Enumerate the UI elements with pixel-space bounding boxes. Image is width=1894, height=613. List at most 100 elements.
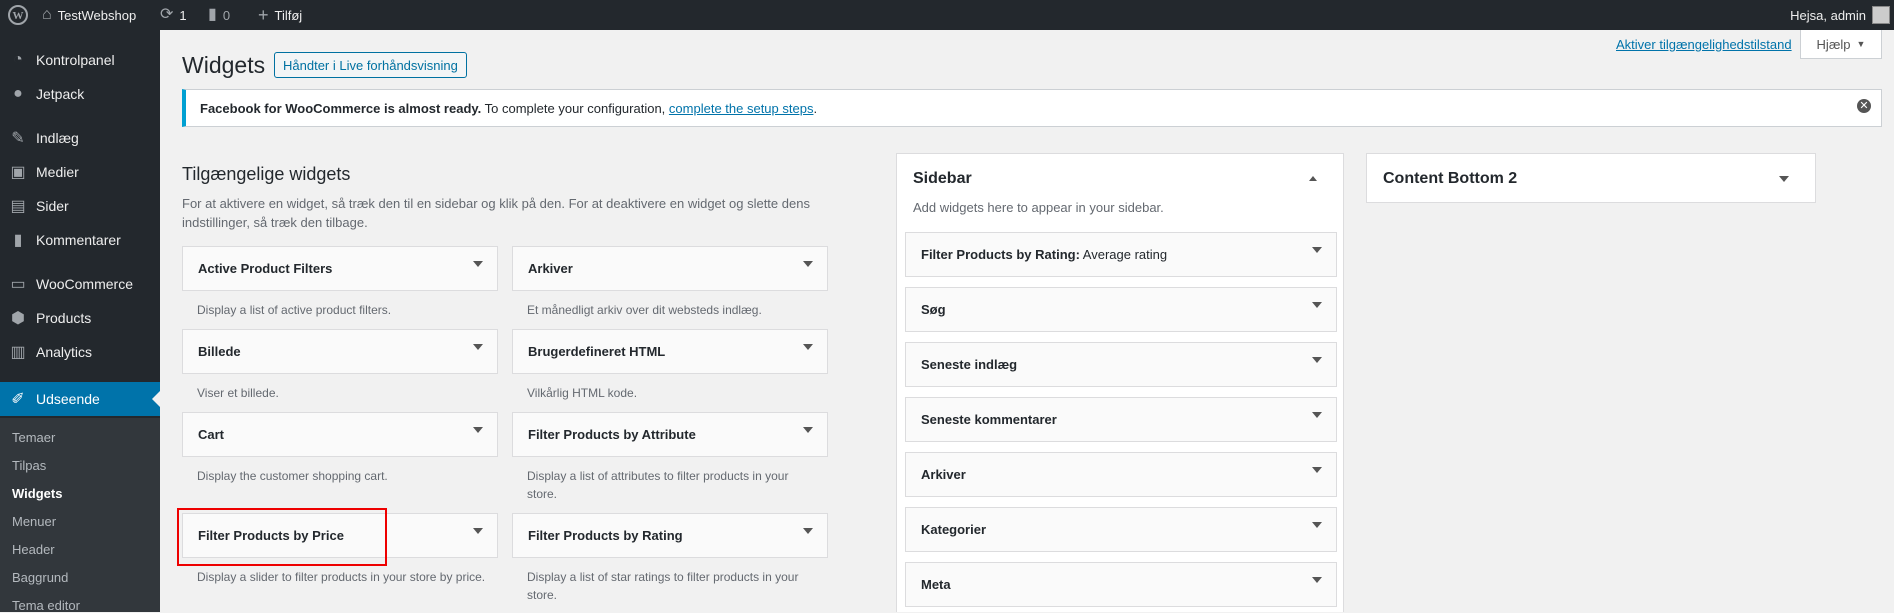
caret-down-icon[interactable] xyxy=(473,261,483,267)
widget-description: Display a list of attributes to filter p… xyxy=(527,469,789,501)
widget-filter-products-by-attribute[interactable]: Filter Products by Attribute xyxy=(512,412,828,457)
notice-bold-text: Facebook for WooCommerce is almost ready… xyxy=(200,100,482,116)
updates-count: 1 xyxy=(179,7,187,23)
menu-item-kommentarer[interactable]: ▮ Kommentarer xyxy=(0,223,160,257)
caret-down-icon[interactable] xyxy=(1779,176,1789,182)
live-preview-button[interactable]: Håndter i Live forhåndsvisning xyxy=(274,52,467,78)
highlight-box xyxy=(177,508,387,566)
submenu-item-menuer[interactable]: Menuer xyxy=(12,514,56,529)
caret-down-icon[interactable] xyxy=(1312,247,1322,253)
menu-label: WooCommerce xyxy=(36,276,133,292)
help-button[interactable]: Hjælp ▼ xyxy=(1800,30,1882,59)
sidebar-widget-meta[interactable]: Meta xyxy=(905,562,1337,607)
menu-item-analytics[interactable]: ▥ Analytics xyxy=(0,335,160,369)
menu-item-woocommerce[interactable]: ▭ WooCommerce xyxy=(0,267,160,301)
widget-title: Seneste kommentarer xyxy=(921,412,1057,427)
submenu-item-widgets[interactable]: Widgets xyxy=(12,486,62,501)
menu-item-products[interactable]: ⬢ Products xyxy=(0,301,160,335)
caret-up-icon[interactable] xyxy=(1309,176,1317,181)
sidebar-widget-seneste-kommentarer[interactable]: Seneste kommentarer xyxy=(905,397,1337,442)
menu-item-indlaeg[interactable]: ✎ Indlæg xyxy=(0,121,160,155)
menu-item-kontrolpanel[interactable]: ◔ Kontrolpanel xyxy=(0,43,160,77)
widget-title: Billede xyxy=(198,344,241,359)
updates-link[interactable]: ⟳ 1 xyxy=(160,0,187,30)
media-icon: ▣ xyxy=(10,164,26,181)
products-icon: ⬢ xyxy=(11,310,25,327)
caret-down-icon[interactable] xyxy=(803,261,813,267)
widget-description: Viser et billede. xyxy=(197,386,279,400)
widget-title: Filter Products by Rating xyxy=(528,528,683,543)
widget-description: Vilkårlig HTML kode. xyxy=(527,386,638,400)
content-bottom-2-widget-area[interactable]: Content Bottom 2 xyxy=(1366,153,1816,203)
accessibility-mode-link[interactable]: Aktiver tilgængelighedstilstand xyxy=(1616,37,1792,52)
menu-label: Sider xyxy=(36,198,69,214)
widget-title: Kategorier xyxy=(921,522,987,537)
caret-down-icon[interactable] xyxy=(1312,467,1322,473)
menu-item-sider[interactable]: ▤ Sider xyxy=(0,189,160,223)
caret-down-icon[interactable] xyxy=(1312,302,1322,308)
analytics-icon: ▥ xyxy=(10,344,26,361)
available-widgets-description: For at aktivere en widget, så træk den t… xyxy=(182,196,810,230)
submenu-item-header[interactable]: Header xyxy=(12,542,55,557)
site-name: TestWebshop xyxy=(57,7,137,23)
sidebar-widget-area: Sidebar Add widgets here to appear in yo… xyxy=(896,153,1344,612)
new-label: Tilføj xyxy=(274,7,303,23)
sidebar-widget-arkiver[interactable]: Arkiver xyxy=(905,452,1337,497)
sidebar-widget-seneste-indlaeg[interactable]: Seneste indlæg xyxy=(905,342,1337,387)
current-indicator xyxy=(152,391,160,407)
sidebar-widget-kategorier[interactable]: Kategorier xyxy=(905,507,1337,552)
menu-item-udseende[interactable]: ✐ Udseende xyxy=(0,382,160,416)
caret-down-icon[interactable] xyxy=(473,427,483,433)
caret-down-icon[interactable] xyxy=(473,344,483,350)
wordpress-logo-icon[interactable]: W xyxy=(8,0,28,30)
widget-active-product-filters[interactable]: Active Product Filters xyxy=(182,246,498,291)
appearance-icon: ✐ xyxy=(11,391,25,408)
site-name-link[interactable]: ⌂ TestWebshop xyxy=(42,0,136,30)
widget-filter-products-by-rating[interactable]: Filter Products by Rating xyxy=(512,513,828,558)
submenu-item-tema-editor[interactable]: Tema editor xyxy=(12,598,80,613)
menu-label: Jetpack xyxy=(36,86,85,102)
menu-label: Products xyxy=(36,310,92,326)
my-account-link[interactable]: Hejsa, admin xyxy=(1790,0,1894,30)
admin-menu: ◔ Kontrolpanel ● Jetpack ✎ Indlæg ▣ Medi… xyxy=(0,30,160,613)
menu-label: Udseende xyxy=(36,391,100,407)
widget-title: Cart xyxy=(198,427,225,442)
widget-title-sub: Average rating xyxy=(1079,247,1168,262)
widget-brugerdefineret-html[interactable]: Brugerdefineret HTML xyxy=(512,329,828,374)
widget-arkiver[interactable]: Arkiver xyxy=(512,246,828,291)
caret-down-icon[interactable] xyxy=(803,427,813,433)
caret-down-icon[interactable] xyxy=(1312,357,1322,363)
sidebar-widget-sog[interactable]: Søg xyxy=(905,287,1337,332)
chevron-down-icon: ▼ xyxy=(1856,39,1866,49)
setup-steps-link[interactable]: complete the setup steps xyxy=(669,101,814,116)
menu-item-medier[interactable]: ▣ Medier xyxy=(0,155,160,189)
caret-down-icon[interactable] xyxy=(1312,577,1322,583)
sidebar-widget-filter-rating[interactable]: Filter Products by Rating: Average ratin… xyxy=(905,232,1337,277)
widget-description: Display the customer shopping cart. xyxy=(197,469,388,483)
home-icon: ⌂ xyxy=(42,6,52,23)
content-bottom-title: Content Bottom 2 xyxy=(1383,170,1518,187)
widget-description: Et månedligt arkiv over dit websteds ind… xyxy=(527,303,762,317)
widget-title: Active Product Filters xyxy=(198,261,333,276)
submenu-item-temaer[interactable]: Temaer xyxy=(12,430,55,445)
close-icon[interactable]: ✕ xyxy=(1857,99,1871,113)
woocommerce-icon: ▭ xyxy=(10,276,26,293)
widget-title: Arkiver xyxy=(921,467,966,482)
widget-cart[interactable]: Cart xyxy=(182,412,498,457)
caret-down-icon[interactable] xyxy=(803,344,813,350)
caret-down-icon[interactable] xyxy=(1312,522,1322,528)
sidebar-title: Sidebar xyxy=(913,170,972,187)
caret-down-icon[interactable] xyxy=(1312,412,1322,418)
widget-description: Display a list of star ratings to filter… xyxy=(527,570,799,602)
submenu-item-baggrund[interactable]: Baggrund xyxy=(12,570,68,585)
submenu-item-tilpas[interactable]: Tilpas xyxy=(12,458,46,473)
menu-item-jetpack[interactable]: ● Jetpack xyxy=(0,77,160,111)
comments-link[interactable]: ▮ 0 xyxy=(208,0,230,30)
new-content-link[interactable]: + Tilføj xyxy=(258,0,302,30)
updates-icon: ⟳ xyxy=(160,6,174,23)
widget-billede[interactable]: Billede xyxy=(182,329,498,374)
facebook-notice: Facebook for WooCommerce is almost ready… xyxy=(182,89,1882,127)
avatar xyxy=(1872,6,1890,24)
caret-down-icon[interactable] xyxy=(473,528,483,534)
caret-down-icon[interactable] xyxy=(803,528,813,534)
